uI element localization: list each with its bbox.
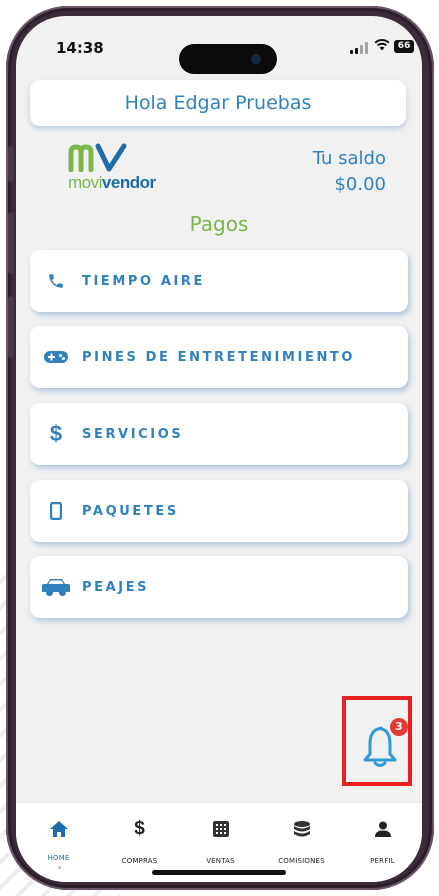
active-tab-dot — [57, 866, 61, 869]
mute-switch — [8, 146, 14, 182]
mv-logo-mark — [68, 143, 127, 172]
section-title: Pagos — [189, 212, 249, 236]
coins-icon — [261, 821, 342, 839]
tab-label: HOME — [47, 854, 70, 862]
menu-item-label: PAQUETES — [82, 503, 179, 519]
dollar-icon: $ — [134, 818, 145, 839]
menu-item-tiempo-aire[interactable]: TIEMPO AIRE — [30, 250, 408, 312]
menu-item-peajes[interactable]: PEAJES — [30, 556, 408, 618]
tab-label: VENTAS — [206, 857, 235, 865]
tab-home[interactable]: HOME — [18, 803, 99, 882]
menu-item-servicios[interactable]: $ SERVICIOS — [30, 403, 408, 465]
phone-icon — [30, 272, 82, 290]
menu-item-pines-entretenimiento[interactable]: PINES DE ENTRETENIMIENTO — [30, 326, 408, 388]
greeting-text: Hola Edgar Pruebas — [124, 92, 312, 114]
greeting-banner: Hola Edgar Pruebas — [30, 80, 406, 126]
dollar-icon: $ — [49, 421, 63, 446]
status-bar: 14:38 66 — [16, 16, 422, 74]
mobile-icon — [30, 502, 82, 520]
menu-item-label: TIEMPO AIRE — [82, 273, 206, 289]
tab-label: PERFIL — [370, 857, 395, 865]
home-indicator — [152, 870, 286, 875]
dynamic-island — [179, 44, 277, 74]
grid-icon — [180, 821, 261, 837]
battery-icon: 66 — [394, 40, 414, 53]
tab-label: COMISIONES — [278, 857, 325, 865]
menu-item-paquetes[interactable]: PAQUETES — [30, 480, 408, 542]
camera-icon — [251, 54, 261, 64]
wifi-icon — [374, 39, 390, 51]
logo-wordmark: movivendor — [68, 173, 156, 192]
gamepad-icon — [30, 349, 82, 365]
menu-item-label: PINES DE ENTRETENIMIENTO — [82, 349, 356, 365]
app-screen: 14:38 66 Hola Edgar Pruebas movivendor T… — [16, 16, 422, 882]
home-icon — [18, 821, 99, 837]
notification-badge: 3 — [390, 718, 408, 736]
volume-down-button — [8, 296, 14, 358]
volume-up-button — [8, 212, 14, 274]
user-icon — [342, 821, 422, 837]
menu-item-label: SERVICIOS — [82, 426, 184, 442]
tab-label: COMPRAS — [121, 857, 158, 865]
status-time: 14:38 — [56, 39, 104, 57]
car-icon — [30, 577, 82, 597]
notifications-highlight: 3 — [342, 696, 412, 786]
tab-perfil[interactable]: PERFIL — [342, 803, 422, 882]
balance-label: Tu saldo — [312, 148, 386, 169]
bottom-tab-bar: HOME $ COMPRAS VENTAS COMISIONES PERFIL — [16, 802, 422, 882]
signal-icon — [350, 42, 368, 54]
balance-amount: $0.00 — [334, 174, 386, 195]
movivendor-logo: movivendor — [68, 142, 178, 196]
menu-item-label: PEAJES — [82, 579, 150, 595]
balance-panel: Tu saldo $0.00 — [313, 146, 386, 198]
